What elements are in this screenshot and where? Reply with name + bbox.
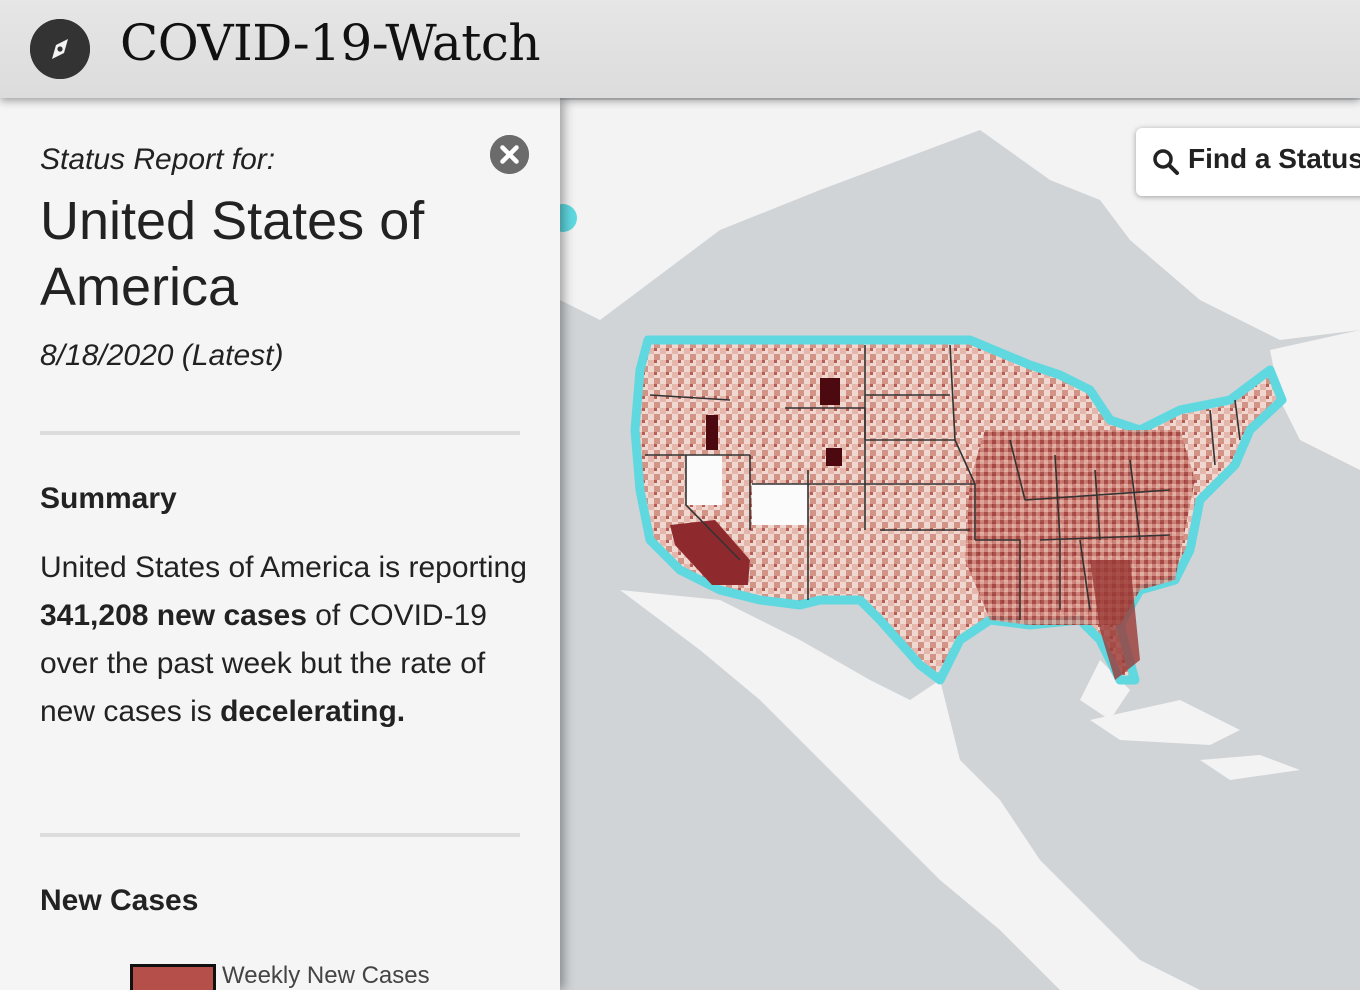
status-report-prefix: Status Report for: [40, 143, 276, 176]
app-title[interactable]: COVID-19-Watch [120, 14, 541, 72]
region-name: United States of America [40, 191, 425, 317]
divider [40, 833, 520, 837]
trend-status: decelerating. [220, 695, 406, 728]
divider [40, 431, 520, 435]
report-date: 8/18/2020 (Latest) [40, 339, 284, 372]
status-report-panel: Status Report for: United States of Amer… [0, 98, 560, 990]
search-icon [1152, 148, 1180, 176]
compass-icon[interactable] [30, 19, 90, 79]
new-cases-count: 341,208 new cases [40, 599, 307, 632]
close-icon[interactable] [490, 135, 529, 174]
find-status-button[interactable]: Find a Status [1136, 128, 1360, 196]
legend-label: Weekly New Cases [222, 962, 430, 989]
summary-text: United States of America is reporting 34… [40, 544, 530, 736]
new-cases-heading: New Cases [40, 884, 199, 917]
summary-text-part: United States of America is reporting [40, 551, 527, 584]
summary-heading: Summary [40, 482, 177, 515]
find-status-label: Find a Status [1188, 143, 1360, 174]
app-header: COVID-19-Watch [0, 0, 1360, 98]
legend-swatch [130, 964, 216, 990]
